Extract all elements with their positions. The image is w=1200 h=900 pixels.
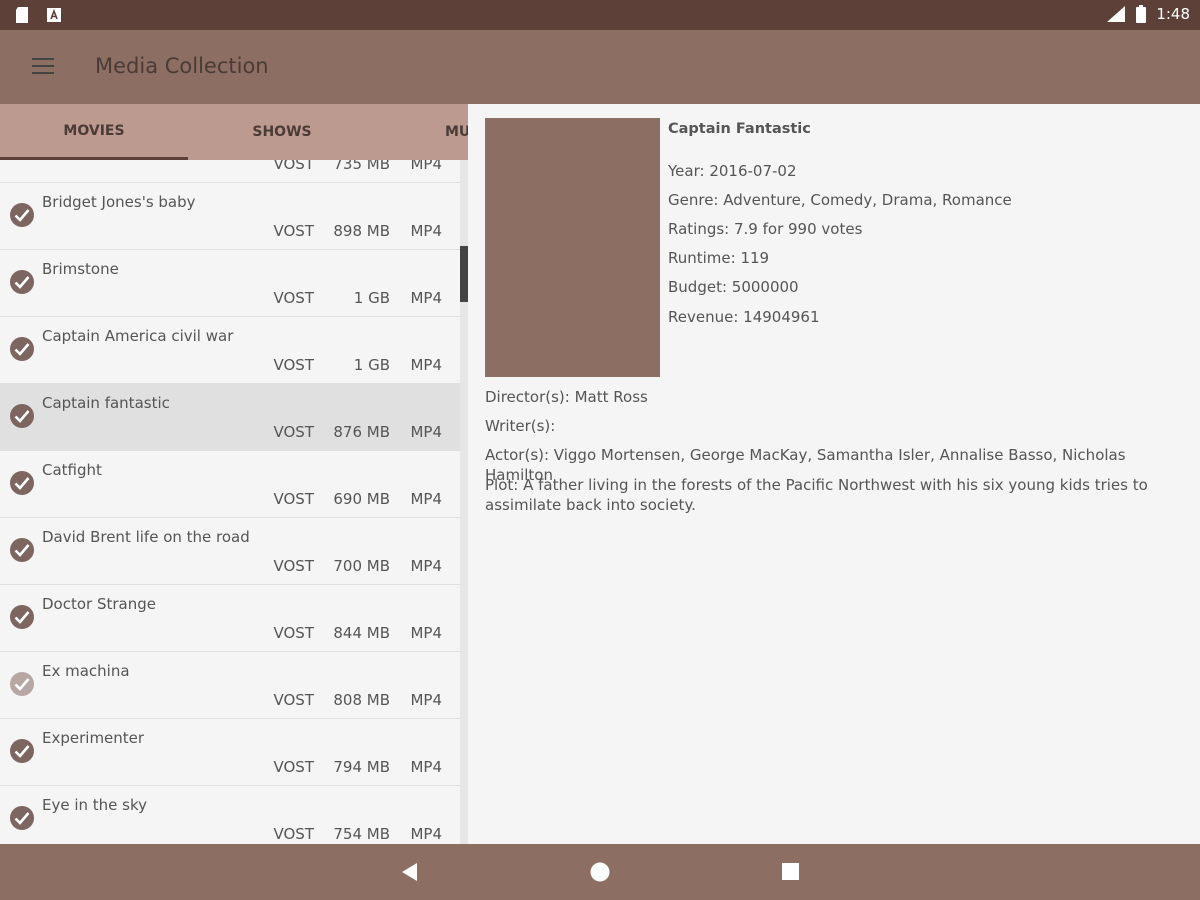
- detail-runtime: Runtime: 119: [668, 249, 770, 267]
- movie-size: 690 MB: [333, 490, 390, 508]
- detail-year: Year: 2016-07-02: [668, 162, 797, 180]
- check-circle-icon[interactable]: [10, 337, 34, 361]
- movie-detail-pane: Captain Fantastic Year: 2016-07-02 Genre…: [470, 104, 1200, 844]
- movie-format: MP4: [410, 222, 442, 240]
- movie-row[interactable]: Ex machina VOST 808 MB MP4: [0, 652, 462, 719]
- movie-poster: [485, 118, 660, 377]
- app-title: Media Collection: [95, 54, 269, 78]
- movie-title: David Brent life on the road: [42, 528, 250, 546]
- movie-title: Ex machina: [42, 662, 130, 680]
- movie-title: Eye in the sky: [42, 796, 148, 814]
- movie-size: 700 MB: [333, 557, 390, 575]
- movie-format: MP4: [410, 557, 442, 575]
- tab-bar: MOVIES SHOWS MU: [0, 104, 468, 160]
- detail-directors: Director(s): Matt Ross: [485, 388, 648, 406]
- detail-title: Captain Fantastic: [668, 121, 811, 137]
- movie-format: MP4: [410, 825, 442, 843]
- movie-title: Catfight: [42, 461, 102, 479]
- movie-language: VOST: [273, 490, 315, 508]
- movie-format: MP4: [410, 289, 442, 307]
- check-circle-icon[interactable]: [10, 538, 34, 562]
- check-circle-icon[interactable]: [10, 739, 34, 763]
- movie-row[interactable]: VOST 735 MB MP4: [0, 160, 462, 183]
- movie-size: 754 MB: [333, 825, 390, 843]
- movie-row[interactable]: Captain America civil war VOST 1 GB MP4: [0, 317, 462, 384]
- movie-size: 1 GB: [353, 356, 390, 374]
- movie-size: 808 MB: [333, 691, 390, 709]
- movie-title: Doctor Strange: [42, 595, 156, 613]
- movie-size: 876 MB: [333, 423, 390, 441]
- movie-language: VOST: [273, 222, 315, 240]
- movie-title: Captain America civil war: [42, 327, 234, 345]
- movie-row[interactable]: David Brent life on the road VOST 700 MB MP…: [0, 518, 462, 585]
- movie-language: VOST: [273, 557, 315, 575]
- check-circle-icon[interactable]: [10, 203, 34, 227]
- battery-icon: [1136, 5, 1147, 23]
- movie-list-pane: MOVIES SHOWS MU VOST 735 MB MP4 Bridget Jon…: [0, 104, 468, 844]
- tab-music[interactable]: MU: [376, 104, 468, 160]
- scrollbar-thumb[interactable]: [460, 246, 468, 302]
- movie-row[interactable]: Brimstone VOST 1 GB MP4: [0, 250, 462, 317]
- movie-title: Experimenter: [42, 729, 145, 747]
- movie-language: VOST: [273, 624, 315, 642]
- check-circle-icon[interactable]: [10, 404, 34, 428]
- detail-writers: Writer(s):: [485, 417, 556, 435]
- movie-row[interactable]: Doctor Strange VOST 844 MB MP4: [0, 585, 462, 652]
- movie-language: VOST: [273, 423, 315, 441]
- movie-format: MP4: [410, 490, 442, 508]
- movie-format: MP4: [410, 758, 442, 776]
- movie-format: MP4: [410, 624, 442, 642]
- movie-size: 844 MB: [333, 624, 390, 642]
- back-icon[interactable]: [400, 862, 420, 882]
- movie-language: VOST: [273, 691, 315, 709]
- nav-bar: [0, 844, 1200, 900]
- tab-movies[interactable]: MOVIES: [0, 104, 188, 160]
- movie-size: 898 MB: [333, 222, 390, 240]
- movie-title: Brimstone: [42, 260, 119, 278]
- status-time: 1:48: [1156, 5, 1190, 23]
- check-circle-icon[interactable]: [10, 605, 34, 629]
- movie-language: VOST: [273, 758, 315, 776]
- sd-card-icon: [16, 7, 28, 23]
- detail-budget: Budget: 5000000: [668, 278, 799, 296]
- notification-a-icon: [47, 8, 61, 22]
- menu-icon[interactable]: [32, 58, 54, 76]
- movie-format: MP4: [410, 691, 442, 709]
- movie-title: Captain fantastic: [42, 394, 170, 412]
- movie-language: VOST: [273, 356, 315, 374]
- app-bar: Media Collection: [0, 30, 1200, 104]
- movie-row[interactable]: Bridget Jones's baby VOST 898 MB MP4: [0, 183, 462, 250]
- tab-shows[interactable]: SHOWS: [188, 104, 376, 160]
- check-circle-icon[interactable]: [10, 806, 34, 830]
- movie-title: Bridget Jones's baby: [42, 193, 196, 211]
- check-circle-icon[interactable]: [10, 672, 34, 696]
- detail-ratings: Ratings: 7.9 for 990 votes: [668, 220, 863, 238]
- movie-language: VOST: [273, 160, 315, 173]
- movie-size: 1 GB: [353, 289, 390, 307]
- movie-format: MP4: [410, 423, 442, 441]
- check-circle-icon[interactable]: [10, 471, 34, 495]
- movie-language: VOST: [273, 289, 315, 307]
- movie-format: MP4: [410, 356, 442, 374]
- movie-size: 794 MB: [333, 758, 390, 776]
- detail-revenue: Revenue: 14904961: [668, 308, 820, 326]
- movie-language: VOST: [273, 825, 315, 843]
- movie-list: VOST 735 MB MP4 Bridget Jones's baby VOST 898…: [0, 160, 462, 844]
- movie-row[interactable]: Experimenter VOST 794 MB MP4: [0, 719, 462, 786]
- check-circle-icon[interactable]: [10, 270, 34, 294]
- movie-row[interactable]: Catfight VOST 690 MB MP4: [0, 451, 462, 518]
- recents-icon[interactable]: [781, 862, 801, 882]
- movie-row[interactable]: Eye in the sky VOST 754 MB MP4: [0, 786, 462, 844]
- home-icon[interactable]: [590, 862, 610, 882]
- movie-row[interactable]: Captain fantastic VOST 876 MB MP4: [0, 384, 462, 451]
- status-bar: 1:48: [0, 0, 1200, 30]
- movie-format: MP4: [410, 160, 442, 173]
- detail-genre: Genre: Adventure, Comedy, Drama, Romance: [668, 191, 1012, 209]
- movie-size: 735 MB: [333, 160, 390, 173]
- signal-icon: [1107, 6, 1126, 22]
- detail-plot: Plot: A father living in the forests of …: [485, 476, 1148, 514]
